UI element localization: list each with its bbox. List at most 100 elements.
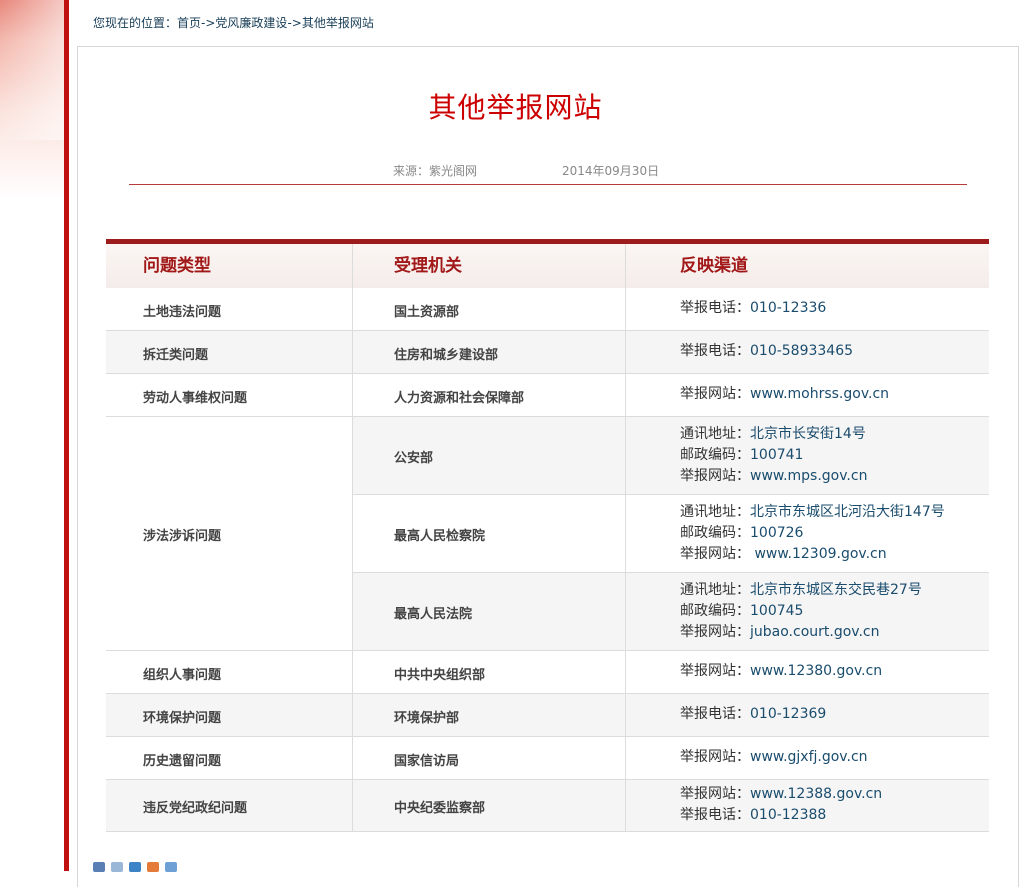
- cell-issue-type: 劳动人事维权问题: [143, 390, 248, 406]
- channel-line: 通讯地址：北京市东城区北河沿大街147号: [680, 502, 945, 523]
- cell-agency: 公安部: [394, 451, 434, 466]
- channel-label: 通讯地址：: [680, 425, 750, 442]
- channel-line: 举报网站：www.12388.gov.cn: [680, 784, 882, 805]
- channel-label: 举报电话：: [680, 343, 750, 359]
- share-toolbar: [93, 862, 183, 874]
- breadcrumb-category-link[interactable]: 党风廉政建设: [215, 14, 287, 31]
- breadcrumb-current[interactable]: 其他举报网站: [302, 14, 374, 31]
- channel-line: 通讯地址：北京市东城区东交民巷27号: [680, 580, 922, 601]
- channel-line: 举报电话：010-12336: [680, 298, 826, 319]
- column-divider: [352, 417, 353, 495]
- cell-agency: 中共中央组织部: [394, 667, 486, 683]
- cell-agency: 环境保护部: [394, 710, 460, 726]
- channel-line: 举报电话：010-12388: [680, 805, 826, 826]
- row-bg: [352, 417, 989, 494]
- channel-label: 举报电话：: [680, 807, 750, 823]
- column-divider: [352, 573, 353, 651]
- cell-issue-type: 拆迁类问题: [143, 347, 209, 363]
- channel-label: 举报网站：: [680, 467, 750, 484]
- report-website-link[interactable]: www.12388.gov.cn: [750, 786, 882, 802]
- column-divider: [625, 737, 626, 780]
- column-divider: [625, 288, 626, 331]
- channel-line: 邮政编码：100741: [680, 445, 803, 466]
- column-divider: [625, 573, 626, 651]
- left-decoration: [0, 0, 64, 871]
- table-row: 历史遗留问题 国家信访局 举报网站：www.gjxfj.gov.cn: [106, 737, 989, 780]
- report-website-link[interactable]: www.12309.gov.cn: [750, 546, 886, 562]
- channel-label: 举报网站：: [680, 663, 750, 679]
- cell-agency: 国家信访局: [394, 753, 460, 769]
- table-row: 环境保护问题 环境保护部 举报电话：010-12369: [106, 694, 989, 737]
- channel-value: 010-12336: [750, 300, 827, 316]
- channel-line: 举报网站： www.12309.gov.cn: [680, 544, 887, 565]
- cell-issue-type: 历史遗留问题: [143, 753, 222, 769]
- channel-label: 举报网站：: [680, 386, 750, 402]
- column-divider: [352, 495, 353, 573]
- cell-issue-type: 违反党纪政纪问题: [143, 801, 248, 816]
- cell-issue-type: 组织人事问题: [143, 667, 222, 683]
- channel-label: 通讯地址：: [680, 581, 750, 598]
- report-website-link[interactable]: www.gjxfj.gov.cn: [750, 749, 868, 765]
- channel-value: 北京市长安街14号: [750, 425, 866, 442]
- article-date: 2014年09月30日: [562, 164, 660, 178]
- title-divider: [129, 184, 967, 185]
- channel-value: 北京市东城区东交民巷27号: [750, 581, 922, 598]
- channel-value: 北京市东城区北河沿大街147号: [750, 503, 945, 520]
- table-row: 涉法涉诉问题 公安部 通讯地址：北京市长安街14号 邮政编码：100741 举报网站：w…: [106, 417, 989, 544]
- column-divider: [625, 244, 626, 288]
- table-header: 问题类型 受理机关 反映渠道: [106, 239, 989, 291]
- report-website-link[interactable]: jubao.court.gov.cn: [750, 624, 880, 640]
- cell-agency: 中央纪委监察部: [394, 801, 486, 816]
- cell-issue-type: 环境保护问题: [143, 710, 222, 726]
- channel-value: 010-58933465: [750, 343, 854, 359]
- column-divider: [352, 651, 353, 694]
- column-divider: [625, 651, 626, 694]
- column-divider: [625, 694, 626, 737]
- report-website-link[interactable]: www.mps.gov.cn: [750, 468, 867, 484]
- channel-label: 举报网站：: [680, 545, 750, 562]
- column-divider: [352, 737, 353, 780]
- channel-label: 通讯地址：: [680, 503, 750, 520]
- channel-label: 邮政编码：: [680, 602, 750, 619]
- channel-label: 邮政编码：: [680, 524, 750, 541]
- channel-label: 举报网站：: [680, 749, 750, 765]
- channel-value: 010-12369: [750, 706, 827, 722]
- breadcrumb-separator: ->: [201, 16, 216, 30]
- header-type: 问题类型: [143, 256, 211, 276]
- table-row: 最高人民检察院 通讯地址：北京市东城区北河沿大街147号 邮政编码：100726 举报…: [106, 495, 989, 573]
- channel-line: 邮政编码：100726: [680, 523, 803, 544]
- table-row: 土地违法问题 国土资源部 举报电话：010-12336: [106, 288, 989, 331]
- cell-agency: 国土资源部: [394, 304, 460, 320]
- table-row: 违反党纪政纪问题 中央纪委监察部 举报网站：www.12388.gov.cn 举报电话…: [106, 780, 989, 832]
- column-divider: [625, 780, 626, 832]
- breadcrumb-prefix: 您现在的位置：: [93, 16, 178, 30]
- column-divider: [625, 374, 626, 417]
- channel-line: 举报电话：010-58933465: [680, 341, 853, 362]
- breadcrumb: 您现在的位置：首页->党风廉政建设->其他举报网站: [93, 14, 374, 31]
- cell-agency: 最高人民法院: [394, 607, 473, 622]
- channel-line: 举报电话：010-12369: [680, 704, 826, 725]
- channel-label: 举报电话：: [680, 706, 750, 722]
- table-row: 最高人民法院 通讯地址：北京市东城区东交民巷27号 邮政编码：100745 举报网站：…: [106, 573, 989, 651]
- channel-label: 举报网站：: [680, 786, 750, 802]
- column-divider: [352, 694, 353, 737]
- cell-agency: 人力资源和社会保障部: [394, 390, 525, 406]
- column-divider: [352, 374, 353, 417]
- column-divider: [352, 244, 353, 288]
- report-table: 问题类型 受理机关 反映渠道 土地违法问题 国土资源部 举报电话：010-12336…: [106, 239, 989, 832]
- channel-line: 通讯地址：北京市长安街14号: [680, 424, 866, 445]
- channel-line: 举报网站：www.gjxfj.gov.cn: [680, 747, 868, 768]
- column-divider: [625, 331, 626, 374]
- breadcrumb-separator: ->: [287, 16, 302, 30]
- cell-agency: 最高人民检察院: [394, 529, 486, 544]
- report-website-link[interactable]: www.mohrss.gov.cn: [750, 386, 889, 402]
- breadcrumb-home-link[interactable]: 首页: [177, 14, 201, 31]
- channel-label: 举报电话：: [680, 300, 750, 316]
- channel-value: 100741: [750, 446, 804, 463]
- report-website-link[interactable]: www.12380.gov.cn: [750, 663, 882, 679]
- article-source: 来源：紫光阁网: [393, 164, 478, 178]
- table-row: 劳动人事维权问题 人力资源和社会保障部 举报网站：www.mohrss.gov.cn: [106, 374, 989, 417]
- column-divider: [352, 288, 353, 331]
- channel-value: 100745: [750, 602, 804, 619]
- cell-issue-type: 土地违法问题: [143, 304, 222, 320]
